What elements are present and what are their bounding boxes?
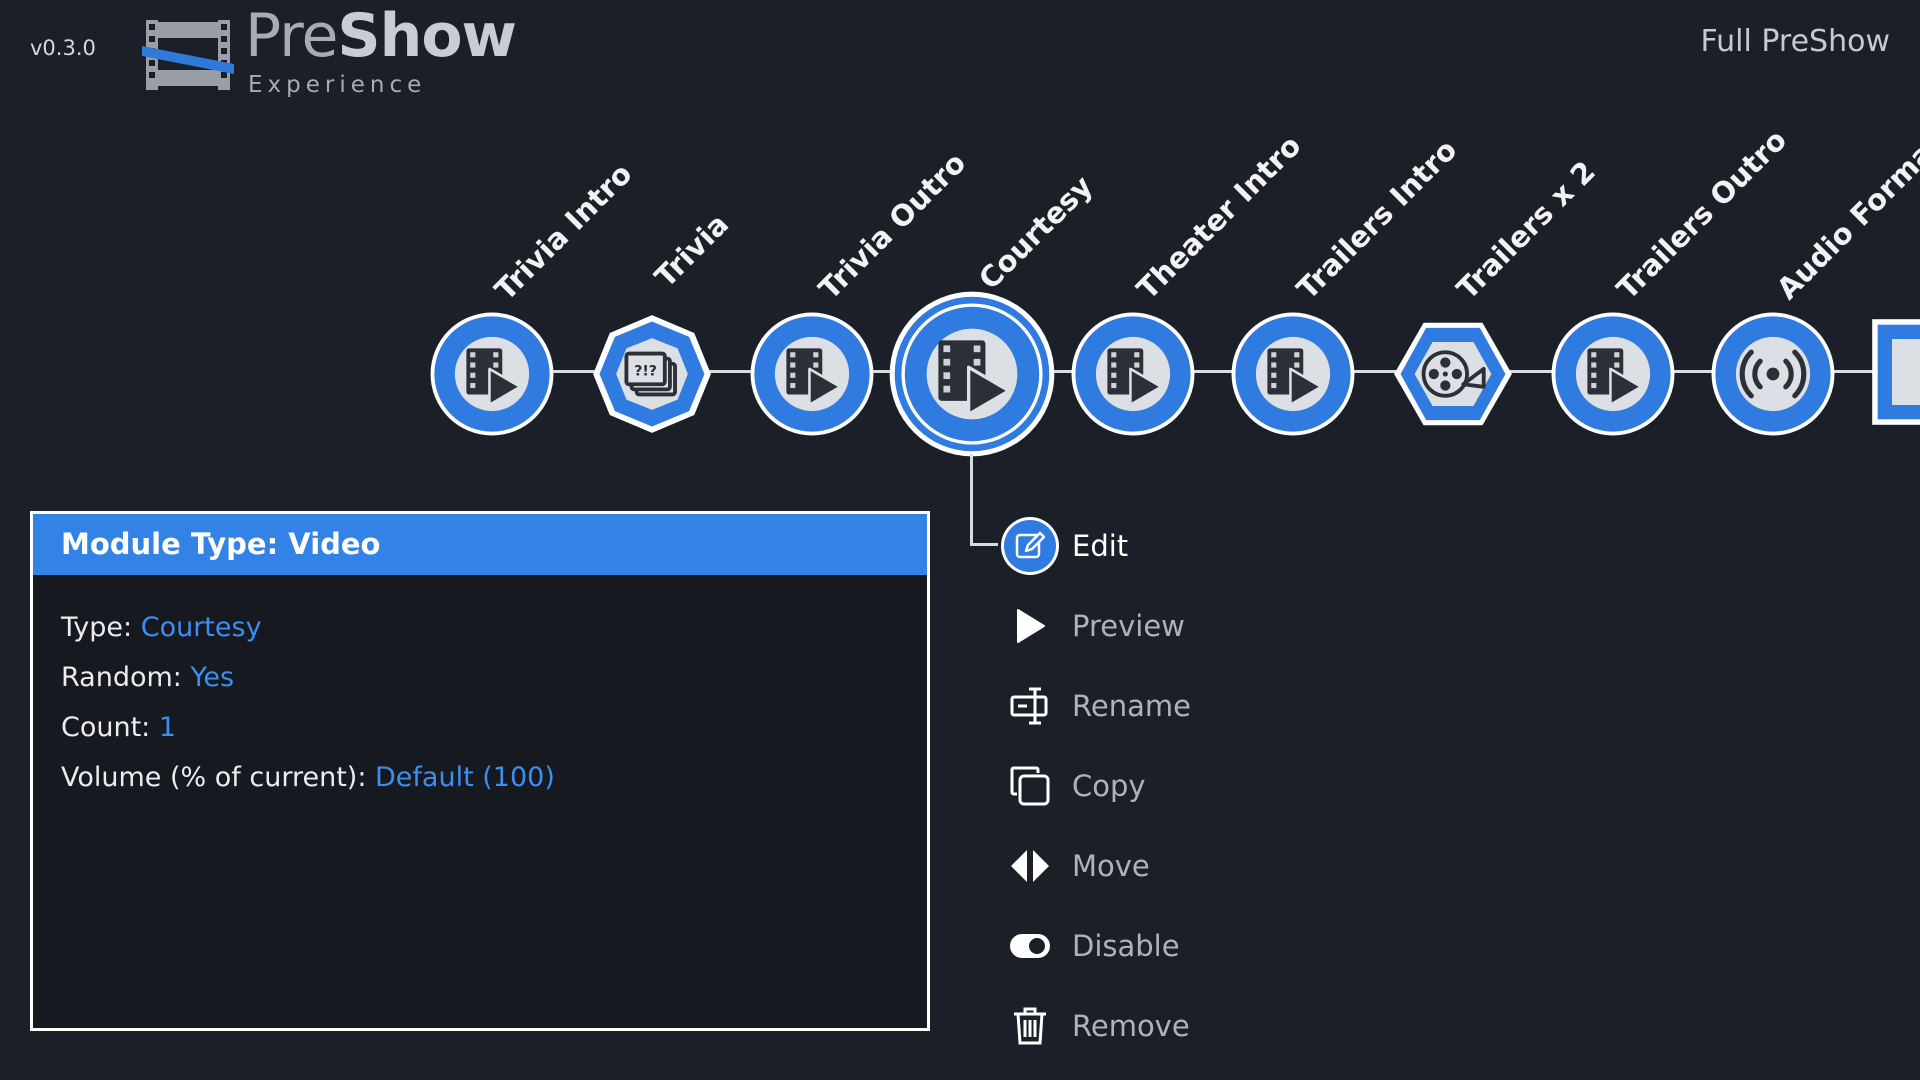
timeline-node-label: Trailers Outro: [1610, 122, 1794, 307]
module-info-title: Module Type: Video: [33, 514, 927, 575]
video-icon: [889, 291, 1055, 457]
trivia-slides-icon: ?!?: [593, 315, 711, 433]
logo-subtitle: Experience: [248, 72, 427, 98]
menu-rename-label: Rename: [1072, 689, 1191, 723]
info-row-type: Type: Courtesy: [61, 612, 262, 643]
menu-rename[interactable]: Rename: [1000, 676, 1191, 736]
edit-icon: [1000, 516, 1060, 576]
menu-edit[interactable]: Edit: [1000, 516, 1128, 576]
menu-copy[interactable]: Copy: [1000, 756, 1146, 816]
timeline-node-label: Trivia Outro: [812, 145, 973, 307]
menu-connector: [970, 454, 973, 546]
video-icon: [1231, 312, 1355, 436]
app-logo: PreShow Experience: [140, 6, 517, 100]
version-label: v0.3.0: [30, 36, 96, 60]
sequence-name: Full PreShow: [1700, 24, 1890, 59]
info-row-random: Random: Yes: [61, 662, 235, 693]
move-icon: [1000, 836, 1060, 896]
timeline-node-label: Trivia Intro: [488, 156, 639, 308]
info-row-volume: Volume (% of current): Default (100): [61, 762, 555, 793]
square-module-icon: [1872, 319, 1920, 425]
video-icon: [750, 312, 874, 436]
timeline-node-label: Trailers Intro: [1290, 132, 1464, 307]
menu-disable[interactable]: Disable: [1000, 916, 1180, 976]
menu-remove[interactable]: Remove: [1000, 996, 1190, 1056]
timeline-node-3[interactable]: [888, 290, 1056, 458]
menu-connector-branch: [970, 543, 998, 546]
audio-broadcast-icon: [1711, 312, 1835, 436]
toggle-icon: [1000, 916, 1060, 976]
menu-disable-label: Disable: [1072, 929, 1180, 963]
timeline-node-label: Trivia: [648, 206, 736, 295]
film-strip-logo-icon: [142, 20, 234, 90]
timeline-node-label: Trailers x 2: [1450, 154, 1602, 307]
info-row-count: Count: 1: [61, 712, 177, 743]
menu-remove-label: Remove: [1072, 1009, 1190, 1043]
timeline-node-8[interactable]: [1709, 310, 1837, 438]
menu-preview[interactable]: Preview: [1000, 596, 1185, 656]
video-icon: [1071, 312, 1195, 436]
timeline-node-6[interactable]: [1389, 310, 1517, 438]
film-reel-icon: [1394, 322, 1512, 426]
play-icon: [1000, 596, 1060, 656]
trash-icon: [1000, 996, 1060, 1056]
menu-move-label: Move: [1072, 849, 1150, 883]
menu-copy-label: Copy: [1072, 769, 1146, 803]
menu-move[interactable]: Move: [1000, 836, 1150, 896]
timeline-node-label: Audio Format B: [1770, 103, 1920, 307]
timeline-node-5[interactable]: [1229, 310, 1357, 438]
timeline-node-label: Theater Intro: [1130, 128, 1308, 307]
timeline-node-1[interactable]: ?!?: [588, 310, 716, 438]
timeline-node-4[interactable]: [1069, 310, 1197, 438]
timeline-node-7[interactable]: [1549, 310, 1677, 438]
rename-icon: [1000, 676, 1060, 736]
timeline-node-0[interactable]: [428, 310, 556, 438]
copy-icon: [1000, 756, 1060, 816]
menu-edit-label: Edit: [1072, 529, 1129, 563]
module-info-panel: Module Type: Video Type: Courtesy Random…: [30, 511, 930, 1031]
menu-preview-label: Preview: [1072, 609, 1185, 643]
timeline-node-partial[interactable]: [1870, 308, 1920, 436]
logo-wordmark: PreShow: [245, 1, 517, 71]
video-icon: [1551, 312, 1675, 436]
video-icon: [430, 312, 554, 436]
timeline-node-2[interactable]: [748, 310, 876, 438]
svg-text:?!?: ?!?: [634, 363, 657, 379]
timeline-node-label: Courtesy: [972, 168, 1100, 297]
